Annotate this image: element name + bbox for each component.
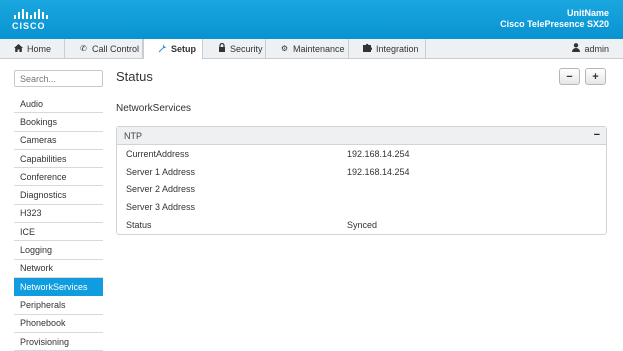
sidebar-item-h323[interactable]: H323	[14, 205, 103, 224]
sidebar-item-bookings[interactable]: Bookings	[14, 113, 103, 132]
ntp-panel: NTP − CurrentAddress 192.168.14.254 Serv…	[116, 126, 607, 235]
puzzle-icon	[363, 43, 373, 54]
page-title: Status	[116, 69, 153, 84]
sidebar-item-networkservices[interactable]: NetworkServices	[14, 277, 103, 297]
ntp-panel-header[interactable]: NTP −	[117, 127, 606, 145]
cisco-logo-bars	[14, 8, 52, 19]
row-key: Server 3 Address	[126, 201, 196, 212]
tab-call-control[interactable]: ✆ Call Control	[65, 39, 143, 58]
ntp-panel-title: NTP	[124, 130, 142, 141]
tab-setup-label: Setup	[171, 44, 197, 54]
tab-integration-label: Integration	[376, 43, 419, 54]
user-name: admin	[584, 43, 609, 54]
home-icon	[14, 43, 23, 54]
tab-home[interactable]: Home	[0, 39, 65, 58]
tab-security-label: Security	[230, 43, 263, 54]
sidebar-item-network[interactable]: Network	[14, 260, 103, 278]
cisco-logo-text: CISCO	[12, 21, 46, 31]
tab-maintenance[interactable]: ⚙ Maintenance	[266, 39, 349, 58]
tab-maintenance-label: Maintenance	[293, 43, 345, 54]
sidebar-item-provisioning[interactable]: Provisioning	[14, 333, 103, 351]
tab-call-control-label: Call Control	[92, 43, 140, 54]
status-row-server-3: Server 3 Address	[117, 198, 606, 216]
row-value: 192.168.14.254	[347, 148, 410, 159]
sidebar-item-peripherals[interactable]: Peripherals	[14, 296, 103, 315]
status-row-current-address: CurrentAddress 192.168.14.254	[117, 145, 606, 163]
phone-icon: ✆	[80, 44, 87, 53]
status-row-server-1: Server 1 Address 192.168.14.254	[117, 163, 606, 181]
row-key: Status	[126, 219, 152, 230]
cisco-logo: CISCO	[12, 8, 52, 32]
wrench-icon	[158, 43, 167, 55]
unit-product: Cisco TelePresence SX20	[500, 19, 609, 29]
tab-home-label: Home	[27, 43, 52, 54]
collapse-all-button[interactable]: −	[559, 68, 580, 85]
user-menu[interactable]: admin	[572, 39, 609, 58]
sidebar-item-logging[interactable]: Logging	[14, 241, 103, 260]
sidebar-item-capabilities[interactable]: Capabilities	[14, 150, 103, 169]
row-key: Server 1 Address	[126, 166, 196, 177]
panel-collapse-button[interactable]: −	[594, 129, 600, 141]
sidebar-item-audio[interactable]: Audio	[14, 95, 103, 114]
row-key: CurrentAddress	[126, 148, 190, 159]
unit-info: UnitName Cisco TelePresence SX20	[500, 8, 609, 30]
top-header: CISCO UnitName Cisco TelePresence SX20	[0, 0, 623, 39]
status-row-server-2: Server 2 Address	[117, 180, 606, 198]
lock-icon	[217, 42, 226, 54]
section-title: NetworkServices	[116, 103, 192, 114]
sidebar-search-input[interactable]	[14, 70, 103, 87]
row-key: Server 2 Address	[126, 184, 196, 195]
user-icon	[572, 43, 581, 54]
main-nav: Home ✆ Call Control Setup Security ⚙ Mai…	[0, 39, 623, 59]
tab-integration[interactable]: Integration	[349, 39, 426, 58]
row-value: 192.168.14.254	[347, 166, 410, 177]
sidebar: Audio Bookings Cameras Capabilities Conf…	[14, 95, 103, 351]
row-value: Synced	[347, 219, 378, 230]
status-row-status: Status Synced	[117, 216, 606, 234]
sidebar-item-diagnostics[interactable]: Diagnostics	[14, 186, 103, 205]
unit-name: UnitName	[566, 8, 609, 18]
gear-icon: ⚙	[280, 44, 289, 53]
sidebar-item-conference[interactable]: Conference	[14, 168, 103, 187]
sidebar-item-cameras[interactable]: Cameras	[14, 132, 103, 150]
expand-all-button[interactable]: +	[585, 68, 606, 85]
sidebar-item-phonebook[interactable]: Phonebook	[14, 315, 103, 333]
tab-setup[interactable]: Setup	[143, 39, 203, 59]
sidebar-item-ice[interactable]: ICE	[14, 223, 103, 242]
tab-security[interactable]: Security	[203, 39, 266, 58]
